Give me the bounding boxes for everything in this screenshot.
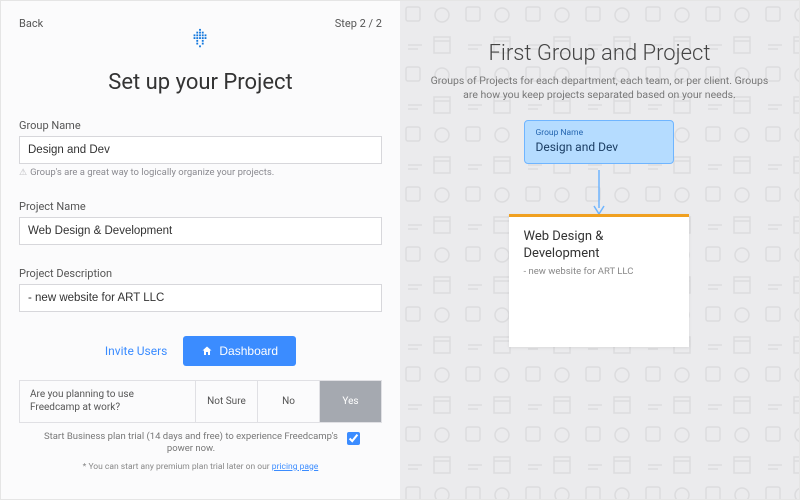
survey-option-no[interactable]: No: [257, 381, 319, 422]
project-name-input[interactable]: [19, 217, 382, 245]
group-hint: Group's are a great way to logically org…: [19, 167, 382, 178]
home-icon: [201, 345, 213, 357]
pricing-page-link[interactable]: pricing page: [272, 462, 319, 472]
preview-project-card: Web Design & Development - new website f…: [509, 214, 689, 347]
trial-checkbox[interactable]: [347, 432, 360, 445]
preview-group-card: Group Name Design and Dev: [524, 120, 674, 164]
dashboard-button[interactable]: Dashboard: [183, 336, 296, 366]
project-description-label: Project Description: [19, 267, 382, 280]
preview-project-desc: - new website for ART LLC: [523, 266, 675, 277]
project-name-label: Project Name: [19, 200, 382, 213]
trial-text: Start Business plan trial (14 days and f…: [41, 431, 341, 456]
preview-group-label: Group Name: [535, 128, 663, 138]
preview-project-title: Web Design & Development: [523, 229, 675, 262]
arrow-down-icon: [589, 170, 609, 216]
group-name-label: Group Name: [19, 119, 382, 132]
invite-users-button[interactable]: Invite Users: [105, 344, 167, 358]
survey-row: Are you planning to use Freedcamp at wor…: [19, 380, 382, 423]
dashboard-button-label: Dashboard: [219, 344, 278, 358]
page-title: Set up your Project: [19, 70, 382, 95]
preview-area: Group Name Design and Dev Web Design & D…: [422, 120, 777, 347]
right-heading: First Group and Project: [422, 41, 777, 66]
survey-option-yes[interactable]: Yes: [319, 381, 381, 422]
right-subheading: Groups of Projects for each department, …: [430, 74, 769, 102]
trial-note: * You can start any premium plan trial l…: [19, 462, 382, 472]
preview-group-value: Design and Dev: [535, 140, 663, 154]
app-logo-icon: [19, 28, 382, 50]
group-name-input[interactable]: [19, 136, 382, 164]
survey-option-not-sure[interactable]: Not Sure: [195, 381, 257, 422]
project-description-input[interactable]: [19, 284, 382, 312]
survey-question: Are you planning to use Freedcamp at wor…: [20, 381, 195, 422]
